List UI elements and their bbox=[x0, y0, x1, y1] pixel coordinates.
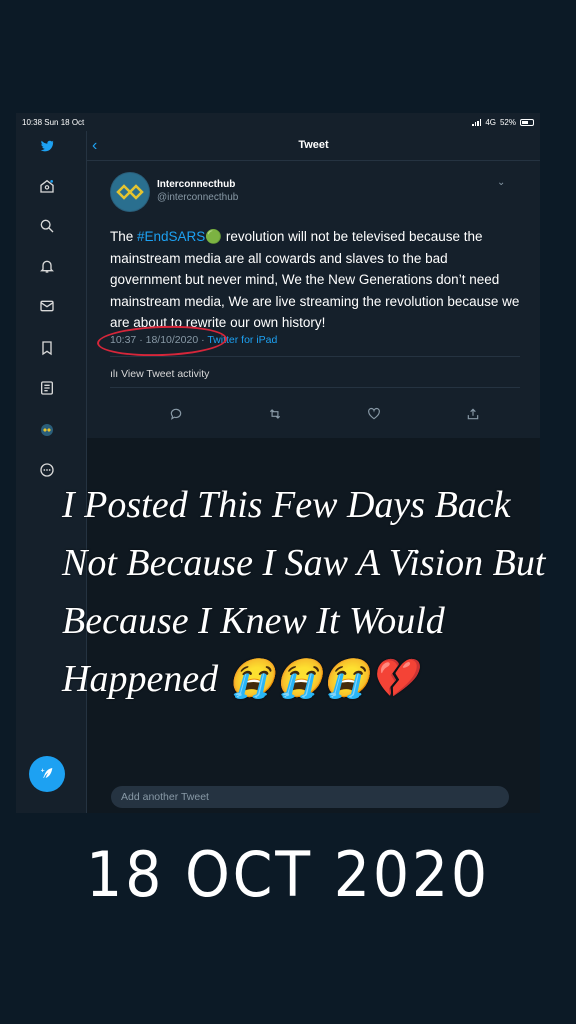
display-name[interactable]: Interconnecthub bbox=[157, 179, 235, 190]
ipad-screenshot: 10:38 Sun 18 Oct 4G 52% ‹ Tweet Intercon… bbox=[16, 113, 540, 813]
bar-chart-icon: ılı bbox=[110, 368, 122, 380]
battery-icon bbox=[520, 119, 534, 126]
tweet-card: Interconnecthub @interconnecthub ⌄ The #… bbox=[87, 161, 540, 438]
hashtag-emoji: 🟢 bbox=[205, 229, 223, 244]
divider bbox=[110, 356, 520, 357]
status-right: 4G 52% bbox=[472, 118, 534, 127]
interconnecthub-logo-icon bbox=[111, 173, 149, 211]
add-another-tweet-input[interactable]: Add another Tweet bbox=[111, 786, 509, 808]
tweet-actions bbox=[87, 407, 540, 423]
view-tweet-activity-link[interactable]: ılı View Tweet activity bbox=[110, 368, 209, 380]
twitter-bird-icon[interactable] bbox=[36, 135, 58, 157]
reply-icon[interactable] bbox=[169, 407, 183, 421]
status-time-date: 10:38 Sun 18 Oct bbox=[22, 118, 85, 127]
tweet-detail-pane: ‹ Tweet Interconnecthub @interconnecthub… bbox=[87, 131, 540, 813]
chevron-down-icon[interactable]: ⌄ bbox=[497, 177, 505, 188]
like-heart-icon[interactable] bbox=[367, 407, 381, 421]
story-caption: I Posted This Few Days Back Not Because … bbox=[62, 484, 546, 700]
more-circle-icon[interactable] bbox=[36, 459, 58, 481]
notifications-bell-icon[interactable] bbox=[36, 255, 58, 277]
profile-avatar-icon[interactable] bbox=[36, 419, 58, 441]
signal-icon bbox=[472, 119, 482, 126]
hashtag-link[interactable]: #EndSARS bbox=[137, 229, 205, 244]
status-bar: 10:38 Sun 18 Oct 4G 52% bbox=[16, 113, 540, 131]
messages-envelope-icon[interactable] bbox=[36, 295, 58, 317]
retweet-icon[interactable] bbox=[268, 407, 282, 421]
sidebar-nav bbox=[16, 131, 76, 813]
home-icon[interactable] bbox=[36, 175, 58, 197]
search-icon[interactable] bbox=[36, 215, 58, 237]
divider bbox=[110, 387, 520, 388]
user-avatar[interactable] bbox=[110, 172, 150, 212]
compose-feather-icon bbox=[41, 768, 53, 778]
tweet-text-rest: revolution will not be televised because… bbox=[110, 229, 520, 330]
bookmarks-icon[interactable] bbox=[36, 337, 58, 359]
tweet-text-start: The bbox=[110, 229, 138, 244]
compose-tweet-button[interactable] bbox=[29, 756, 65, 792]
network-label: 4G bbox=[485, 118, 496, 127]
user-handle[interactable]: @interconnecthub bbox=[157, 192, 238, 203]
share-icon[interactable] bbox=[466, 407, 480, 421]
battery-percent: 52% bbox=[499, 118, 516, 127]
page-title: Tweet bbox=[298, 139, 329, 151]
activity-label: View Tweet activity bbox=[121, 368, 210, 380]
date-stamp: 18 OCT 2020 bbox=[86, 838, 490, 911]
tweet-text: The #EndSARS🟢 revolution will not be tel… bbox=[110, 226, 520, 334]
lists-icon[interactable] bbox=[36, 377, 58, 399]
tweet-header: ‹ Tweet bbox=[87, 131, 540, 161]
